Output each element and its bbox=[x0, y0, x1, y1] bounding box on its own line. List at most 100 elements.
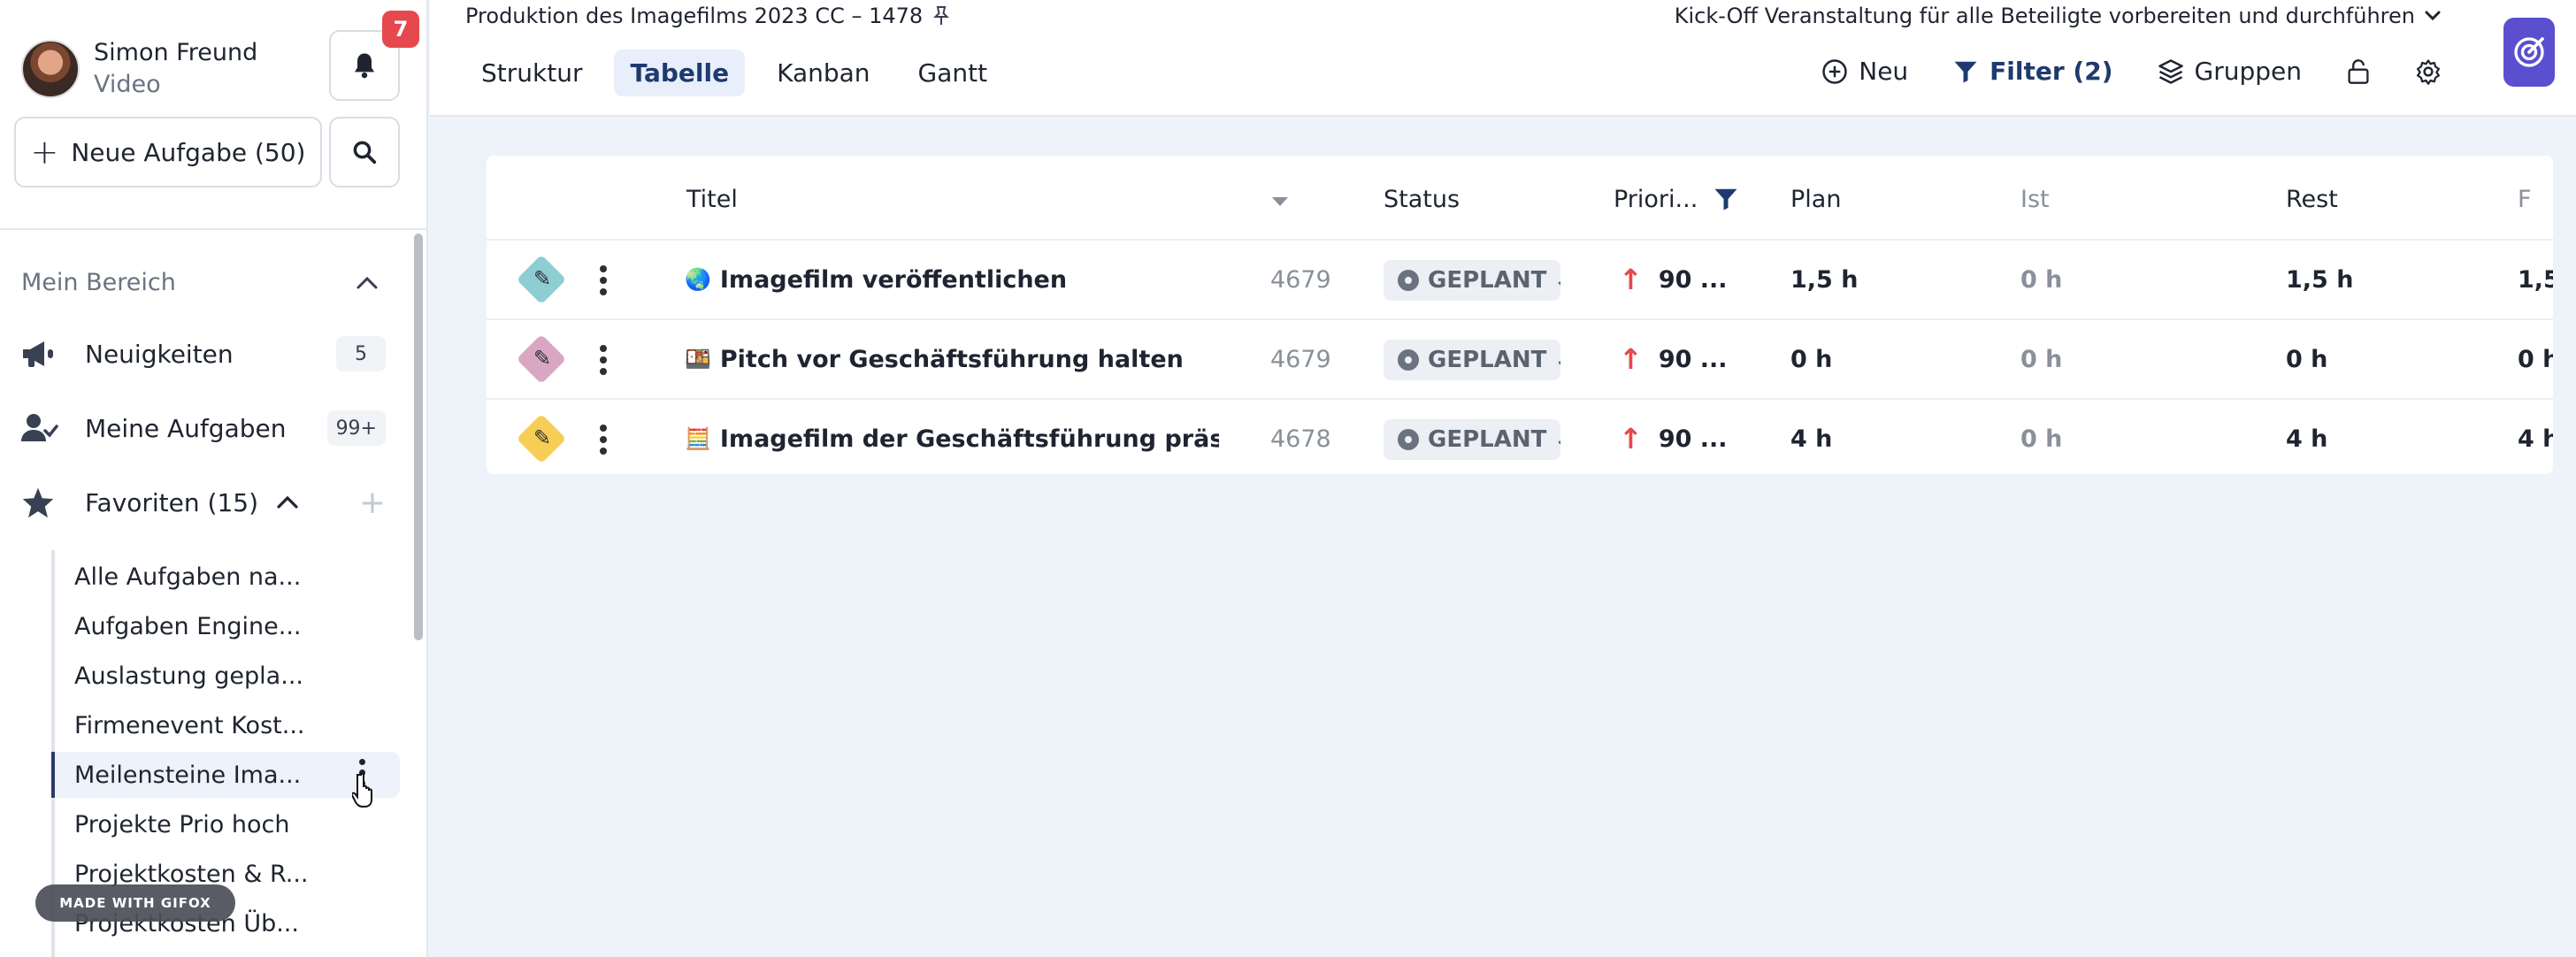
column-header-extra[interactable]: F bbox=[2518, 186, 2532, 213]
filter-button[interactable]: Filter (2) bbox=[1952, 57, 2113, 86]
favorite-item[interactable]: Auslastung gepla... bbox=[51, 653, 400, 699]
sidebar-item-meine-aufgaben[interactable]: Meine Aufgaben 99+ bbox=[21, 402, 386, 455]
pencil-icon: ✎ bbox=[533, 425, 552, 450]
user-role: Video bbox=[94, 71, 161, 98]
row-menu-icon[interactable] bbox=[600, 425, 607, 455]
column-filter-icon[interactable] bbox=[1713, 186, 1739, 212]
task-title[interactable]: 🍱 Pitch vor Geschäftsführung halten bbox=[685, 320, 1219, 398]
column-header-status[interactable]: Status bbox=[1384, 186, 1460, 213]
milestone-label: Kick-Off Veranstaltung für alle Beteilig… bbox=[1674, 4, 2415, 28]
sidebar-item-label: Neuigkeiten bbox=[85, 339, 234, 369]
user-name: Simon Freund bbox=[94, 39, 258, 66]
status-dot-icon bbox=[1398, 429, 1419, 450]
plan-hours[interactable]: 4 h bbox=[1790, 400, 1932, 474]
user-check-icon bbox=[21, 413, 64, 443]
task-title[interactable]: 🌏 Imagefilm veröffentlichen bbox=[685, 241, 1219, 318]
extra-hours[interactable]: 4 h bbox=[2518, 400, 2553, 474]
task-id: 46784 bbox=[1270, 425, 1332, 453]
add-favorite-icon[interactable]: + bbox=[359, 485, 386, 521]
priority-value: 90 ... bbox=[1658, 265, 1728, 294]
focus-target-button[interactable] bbox=[2503, 18, 2555, 87]
column-header-title[interactable]: Titel bbox=[686, 186, 738, 213]
status-dropdown[interactable]: GEPLANT⌄ bbox=[1384, 260, 1560, 301]
search-button[interactable] bbox=[329, 117, 400, 188]
priority-cell[interactable]: ↑ 90 ... bbox=[1619, 241, 1796, 318]
column-header-actual[interactable]: Ist bbox=[2020, 186, 2050, 213]
favorite-item-label: Meilensteine Ima... bbox=[74, 761, 302, 789]
sidebar-item-neuigkeiten[interactable]: Neuigkeiten 5 bbox=[21, 327, 386, 380]
pencil-icon: ✎ bbox=[533, 346, 552, 371]
column-header-priority[interactable]: Priori... bbox=[1614, 186, 1698, 213]
table-row[interactable]: ✎ 🍱 Pitch vor Geschäftsführung halten 467… bbox=[487, 318, 2553, 398]
top-bar: Produktion des Imagefilms 2023 CC – 1478… bbox=[430, 0, 2576, 117]
tab-tabelle[interactable]: Tabelle bbox=[614, 50, 746, 96]
task-title-text: Imagefilm veröffentlichen bbox=[719, 265, 1068, 294]
rest-hours[interactable]: 4 h bbox=[2286, 400, 2427, 474]
status-dropdown[interactable]: GEPLANT⌄ bbox=[1384, 340, 1560, 380]
project-breadcrumb[interactable]: Produktion des Imagefilms 2023 CC – 1478 bbox=[465, 4, 951, 28]
table-row[interactable]: ✎ 🧮 Imagefilm der Geschäftsführung präsen… bbox=[487, 398, 2553, 474]
new-button[interactable]: Neu bbox=[1821, 57, 1908, 86]
rest-hours[interactable]: 1,5 h bbox=[2286, 241, 2427, 318]
extra-hours[interactable]: 1,5 bbox=[2518, 241, 2553, 318]
task-title[interactable]: 🧮 Imagefilm der Geschäftsführung präsenti… bbox=[685, 400, 1219, 474]
task-emoji: 🌏 bbox=[685, 267, 711, 292]
plan-hours[interactable]: 1,5 h bbox=[1790, 241, 1932, 318]
favorite-item-active[interactable]: Meilensteine Ima... bbox=[51, 752, 400, 798]
sidebar-item-favoriten[interactable]: Favoriten (15) + bbox=[21, 476, 386, 529]
user-profile[interactable]: Simon Freund Video bbox=[21, 37, 257, 101]
favorite-item[interactable]: Aufgaben Engine... bbox=[51, 603, 400, 649]
star-icon bbox=[21, 486, 64, 518]
settings-button[interactable] bbox=[2415, 58, 2442, 85]
tab-struktur[interactable]: Struktur bbox=[465, 50, 598, 96]
chevron-up-icon[interactable] bbox=[356, 275, 379, 291]
pencil-icon: ✎ bbox=[533, 266, 552, 291]
column-header-plan[interactable]: Plan bbox=[1790, 186, 1841, 213]
new-task-button[interactable]: + Neue Aufgabe (50) bbox=[14, 117, 322, 188]
rest-hours[interactable]: 0 h bbox=[2286, 320, 2427, 398]
tab-gantt[interactable]: Gantt bbox=[902, 50, 1004, 96]
tab-kanban[interactable]: Kanban bbox=[761, 50, 886, 96]
table-row[interactable]: ✎ 🌏 Imagefilm veröffentlichen 46797 GEPLA… bbox=[487, 239, 2553, 318]
milestone-selector[interactable]: Kick-Off Veranstaltung für alle Beteilig… bbox=[1675, 4, 2442, 28]
priority-cell[interactable]: ↑ 90 ... bbox=[1619, 320, 1796, 398]
actual-hours[interactable]: 0 h bbox=[2020, 241, 2162, 318]
arrow-up-icon: ↑ bbox=[1619, 342, 1643, 376]
extra-hours[interactable]: 0 h bbox=[2518, 320, 2553, 398]
task-emoji: 🍱 bbox=[685, 347, 711, 371]
task-title-text: Imagefilm der Geschäftsführung präsentie… bbox=[719, 425, 1219, 453]
status-label: GEPLANT bbox=[1428, 347, 1547, 373]
priority-value: 90 ... bbox=[1658, 345, 1728, 373]
task-title-text: Pitch vor Geschäftsführung halten bbox=[719, 345, 1184, 373]
task-emoji: 🧮 bbox=[685, 426, 711, 451]
status-dropdown[interactable]: GEPLANT⌄ bbox=[1384, 419, 1560, 460]
pin-icon[interactable] bbox=[932, 5, 951, 27]
search-icon bbox=[353, 141, 377, 165]
row-menu-icon[interactable] bbox=[600, 345, 607, 375]
plan-hours[interactable]: 0 h bbox=[1790, 320, 1932, 398]
section-title: Mein Bereich bbox=[21, 269, 176, 296]
actual-hours[interactable]: 0 h bbox=[2020, 400, 2162, 474]
sidebar-scrollbar[interactable] bbox=[414, 234, 423, 640]
count-badge: 99+ bbox=[326, 410, 386, 446]
sort-indicator-icon[interactable] bbox=[1270, 195, 1290, 209]
arrow-up-icon: ↑ bbox=[1619, 422, 1643, 456]
filter-icon bbox=[1954, 61, 1977, 82]
layers-icon bbox=[2158, 58, 2183, 84]
section-mein-bereich[interactable]: Mein Bereich bbox=[21, 269, 379, 296]
column-header-rest[interactable]: Rest bbox=[2286, 186, 2338, 213]
favorite-item[interactable]: Firmenevent Kost... bbox=[51, 702, 400, 748]
sidebar-divider bbox=[0, 228, 426, 230]
favorite-item[interactable]: Alle Aufgaben na... bbox=[51, 554, 400, 600]
actual-hours[interactable]: 0 h bbox=[2020, 320, 2162, 398]
task-table: Titel Status Priori... Plan Ist Rest F ✎… bbox=[487, 156, 2553, 474]
lock-button[interactable] bbox=[2346, 58, 2371, 85]
favorite-item[interactable]: Projekte Prio hoch bbox=[51, 801, 400, 847]
row-menu-icon[interactable] bbox=[600, 265, 607, 295]
groups-button[interactable]: Gruppen bbox=[2158, 57, 2302, 86]
bell-icon bbox=[354, 53, 375, 79]
plus-icon: + bbox=[30, 133, 59, 172]
priority-cell[interactable]: ↑ 90 ... bbox=[1619, 400, 1796, 474]
chevron-up-icon[interactable] bbox=[276, 494, 299, 510]
priority-value: 90 ... bbox=[1658, 425, 1728, 453]
